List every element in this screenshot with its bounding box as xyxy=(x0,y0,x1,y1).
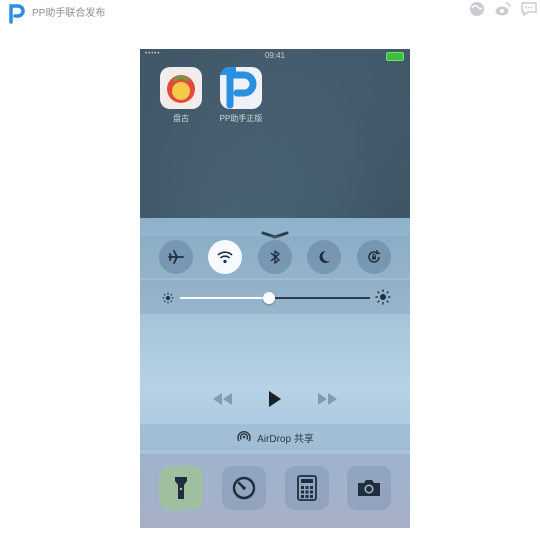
bluetooth-toggle[interactable] xyxy=(258,240,292,274)
phone-screen: ••••• 09:41 盘古 PP助手正版 AirDrop 共享 xyxy=(140,49,410,528)
airdrop-label: AirDrop 共享 xyxy=(257,433,314,445)
airplane-icon xyxy=(168,250,184,264)
fast-forward-icon xyxy=(318,393,337,405)
airdrop-icon xyxy=(237,431,251,442)
chat-icon[interactable] xyxy=(520,0,538,18)
timer-button[interactable] xyxy=(222,466,266,510)
brightness-low-icon xyxy=(162,291,174,309)
airdrop-button[interactable]: AirDrop 共享 xyxy=(140,424,410,450)
top-header: PP助手联合发布 xyxy=(0,0,540,24)
app-pangu[interactable]: 盘古 xyxy=(158,67,204,124)
app-pp-assistant[interactable]: PP助手正版 xyxy=(218,67,264,124)
brightness-slider-band xyxy=(140,280,410,314)
quick-actions-row xyxy=(140,454,410,528)
wifi-icon xyxy=(217,251,233,264)
rotation-lock-toggle[interactable] xyxy=(357,240,391,274)
status-time: 09:41 xyxy=(264,51,286,60)
media-controls xyxy=(140,388,410,412)
toggle-row xyxy=(140,236,410,278)
app-label: PP助手正版 xyxy=(219,114,263,123)
brightness-high-icon xyxy=(375,289,391,310)
play-button[interactable] xyxy=(268,390,282,413)
app-label: 盘古 xyxy=(173,114,189,123)
flashlight-icon xyxy=(175,477,187,499)
grabber-handle-icon[interactable] xyxy=(260,226,290,239)
timer-icon xyxy=(232,476,256,500)
pp-logo-icon xyxy=(6,2,28,24)
moon-icon xyxy=(319,250,330,263)
status-bar: ••••• 09:41 xyxy=(140,49,410,63)
fast-forward-button[interactable] xyxy=(317,392,339,411)
header-title: PP助手联合发布 xyxy=(32,8,106,19)
wifi-toggle[interactable] xyxy=(208,240,242,274)
battery-icon xyxy=(386,52,404,61)
rotation-lock-icon xyxy=(368,250,381,263)
globe-icon[interactable] xyxy=(468,0,486,18)
control-center: AirDrop 共享 xyxy=(140,218,410,528)
calculator-button[interactable] xyxy=(285,466,329,510)
rewind-button[interactable] xyxy=(211,392,233,411)
camera-button[interactable] xyxy=(347,466,391,510)
airplane-mode-toggle[interactable] xyxy=(159,240,193,274)
flashlight-button[interactable] xyxy=(159,466,203,510)
bluetooth-icon xyxy=(270,250,280,264)
do-not-disturb-toggle[interactable] xyxy=(307,240,341,274)
rewind-icon xyxy=(213,393,232,405)
play-icon xyxy=(269,391,281,407)
brightness-fill xyxy=(180,297,269,299)
brightness-knob[interactable] xyxy=(263,292,275,304)
pangu-icon xyxy=(160,67,202,109)
calculator-icon xyxy=(297,475,317,501)
weibo-icon[interactable] xyxy=(494,0,512,18)
pp-assistant-icon xyxy=(220,67,262,109)
camera-icon xyxy=(358,480,380,496)
